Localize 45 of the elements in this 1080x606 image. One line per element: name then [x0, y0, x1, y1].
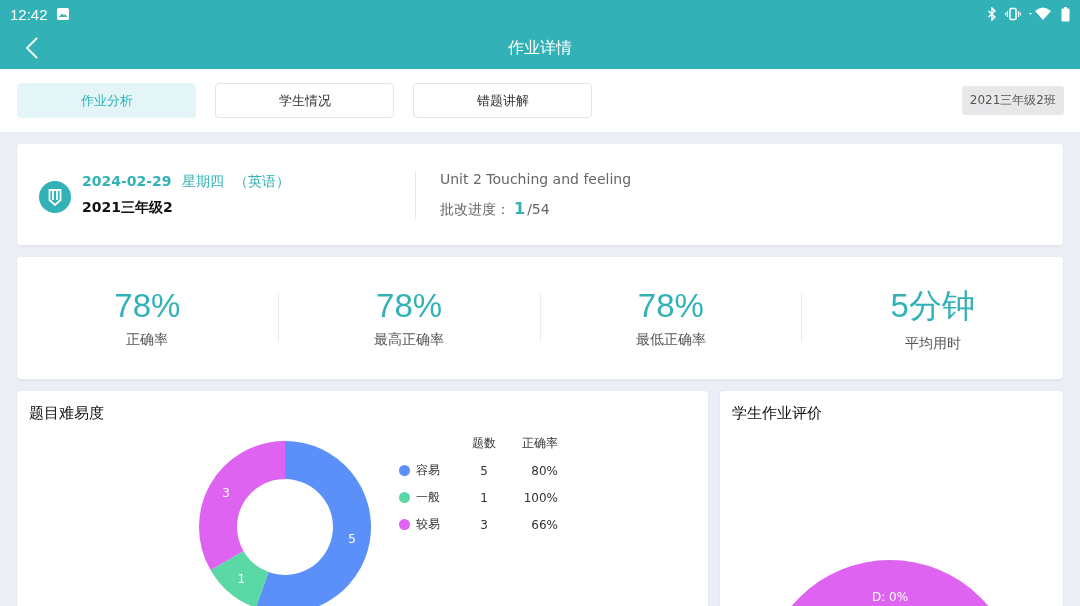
legend-rate: 100% — [522, 490, 558, 505]
class-label: 2021三年级2班 — [961, 86, 1064, 115]
wifi-icon — [1029, 7, 1053, 21]
legend-label: 一般 — [416, 489, 441, 506]
stat-label: 最高正确率 — [374, 331, 445, 349]
column-header: 正确率 — [521, 435, 558, 452]
stat-label: 最低正确率 — [635, 331, 706, 349]
progress-total: /54 — [527, 200, 550, 217]
card-title: 题目难易度 — [29, 404, 104, 423]
legend-label: 容易 — [416, 462, 441, 479]
class-name: 2021三年级2 — [82, 198, 174, 217]
slice-label: 1 — [237, 572, 246, 587]
legend-count: 3 — [479, 517, 489, 532]
stat-label: 正确率 — [126, 331, 169, 349]
back-icon[interactable] — [25, 36, 39, 60]
stat-value: 78% — [376, 287, 443, 325]
stat-value: 78% — [637, 287, 704, 325]
status-time: 12:42 — [10, 5, 48, 23]
legend-count: 1 — [479, 490, 489, 505]
progress-label: 批改进度： — [440, 200, 510, 219]
legend-label: 较易 — [416, 516, 441, 533]
unit-title: Unit 2 Touching and feeling — [440, 170, 632, 187]
stat-value: 78% — [114, 287, 181, 325]
legend-rate: 80% — [530, 463, 558, 478]
battery-icon — [1061, 6, 1070, 22]
slice-label: D: 0% — [871, 590, 909, 604]
weekday-text: 星期四 — [181, 172, 224, 191]
card-title: 学生作业评价 — [732, 404, 822, 423]
image-icon — [55, 7, 70, 21]
tab[interactable]: 学生情况 — [215, 83, 394, 118]
slice-label: 3 — [222, 486, 230, 500]
vibrate-icon — [1005, 7, 1021, 21]
badge-icon — [39, 180, 71, 213]
slice-label: 5 — [348, 531, 356, 546]
stat-value: 5分钟 — [890, 285, 975, 326]
progress-done: 1 — [513, 198, 527, 218]
subject-text: （英语） — [233, 172, 290, 191]
bluetooth-icon — [987, 7, 997, 21]
column-header: 题数 — [471, 435, 497, 452]
page-title: 作业详情 — [508, 38, 572, 59]
date-text: 2024-02-29 — [82, 172, 172, 191]
legend-rate: 66% — [530, 517, 558, 532]
legend-count: 5 — [479, 463, 489, 478]
stat-label: 平均用时 — [904, 334, 961, 353]
tab[interactable]: 错题讲解 — [413, 83, 592, 118]
